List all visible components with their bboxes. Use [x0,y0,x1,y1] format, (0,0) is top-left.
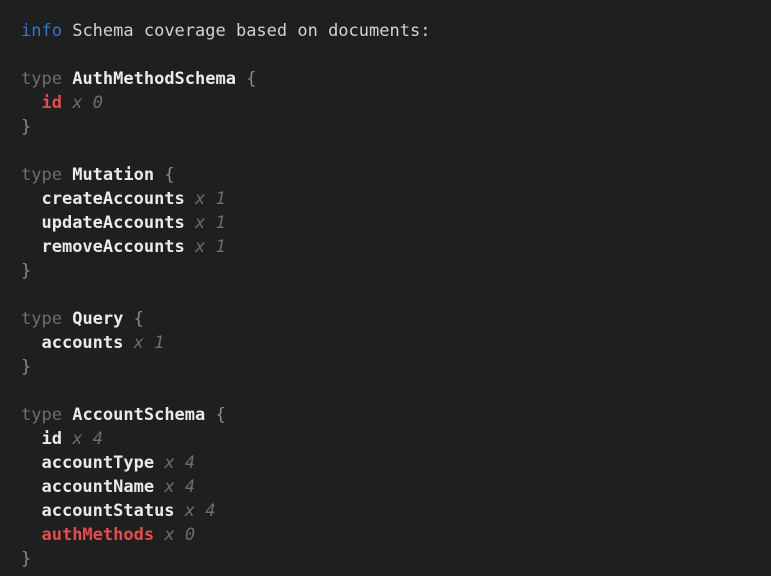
field-name: createAccounts [41,189,184,209]
type-close-line: } [21,355,761,379]
usage-count: x 0 [72,93,103,113]
usage-count: x 4 [185,501,216,521]
field-line: accounts x 1 [21,331,761,355]
close-brace: } [21,117,31,137]
times-glyph: x [195,237,205,257]
count-value: 1 [216,189,226,209]
count-value: 1 [154,333,164,353]
coverage-header-line: info Schema coverage based on documents: [21,19,761,43]
blank-line [21,379,761,403]
field-name: accountType [41,453,154,473]
usage-count: x 4 [72,429,103,449]
count-value: 4 [205,501,215,521]
count-value: 0 [185,525,195,545]
field-name: accountStatus [41,501,174,521]
usage-count: x 0 [164,525,195,545]
field-line: updateAccounts x 1 [21,211,761,235]
field-line: id x 0 [21,91,761,115]
type-keyword: type [21,309,62,329]
terminal-output: info Schema coverage based on documents:… [0,0,771,576]
times-glyph: x [164,453,174,473]
type-open-line: type AuthMethodSchema { [21,67,761,91]
blank-line [21,43,761,67]
coverage-header-message: Schema coverage based on documents: [72,21,430,41]
field-name: id [41,93,61,113]
times-glyph: x [185,501,195,521]
log-level-info-label: info [21,21,62,41]
times-glyph: x [72,429,82,449]
type-keyword: type [21,165,62,185]
count-value: 1 [216,213,226,233]
open-brace: { [134,309,144,329]
type-close-line: } [21,259,761,283]
type-open-line: type Mutation { [21,163,761,187]
field-line: id x 4 [21,427,761,451]
times-glyph: x [72,93,82,113]
open-brace: { [216,405,226,425]
close-brace: } [21,549,31,569]
close-brace: } [21,261,31,281]
times-glyph: x [195,213,205,233]
field-line: accountName x 4 [21,475,761,499]
times-glyph: x [195,189,205,209]
count-value: 4 [93,429,103,449]
open-brace: { [246,69,256,89]
field-name: accounts [41,333,123,353]
field-name: accountName [41,477,154,497]
type-keyword: type [21,69,62,89]
count-value: 1 [216,237,226,257]
type-name: AccountSchema [72,405,205,425]
usage-count: x 1 [195,189,226,209]
type-name: Mutation [72,165,154,185]
type-keyword: type [21,405,62,425]
field-line: accountStatus x 4 [21,499,761,523]
usage-count: x 4 [164,477,195,497]
type-close-line: } [21,115,761,139]
usage-count: x 1 [195,237,226,257]
type-name: AuthMethodSchema [72,69,236,89]
usage-count: x 4 [164,453,195,473]
type-open-line: type AccountSchema { [21,403,761,427]
usage-count: x 1 [195,213,226,233]
count-value: 4 [185,453,195,473]
field-line: accountType x 4 [21,451,761,475]
field-name: id [41,429,61,449]
blank-line [21,139,761,163]
usage-count: x 1 [134,333,165,353]
times-glyph: x [134,333,144,353]
field-name: removeAccounts [41,237,184,257]
type-close-line: } [21,547,761,571]
type-name: Query [72,309,123,329]
field-line: authMethods x 0 [21,523,761,547]
open-brace: { [164,165,174,185]
field-name: authMethods [41,525,154,545]
count-value: 4 [185,477,195,497]
blank-line [21,283,761,307]
close-brace: } [21,357,31,377]
type-open-line: type Query { [21,307,761,331]
times-glyph: x [164,525,174,545]
field-name: updateAccounts [41,213,184,233]
times-glyph: x [164,477,174,497]
count-value: 0 [93,93,103,113]
field-line: removeAccounts x 1 [21,235,761,259]
field-line: createAccounts x 1 [21,187,761,211]
